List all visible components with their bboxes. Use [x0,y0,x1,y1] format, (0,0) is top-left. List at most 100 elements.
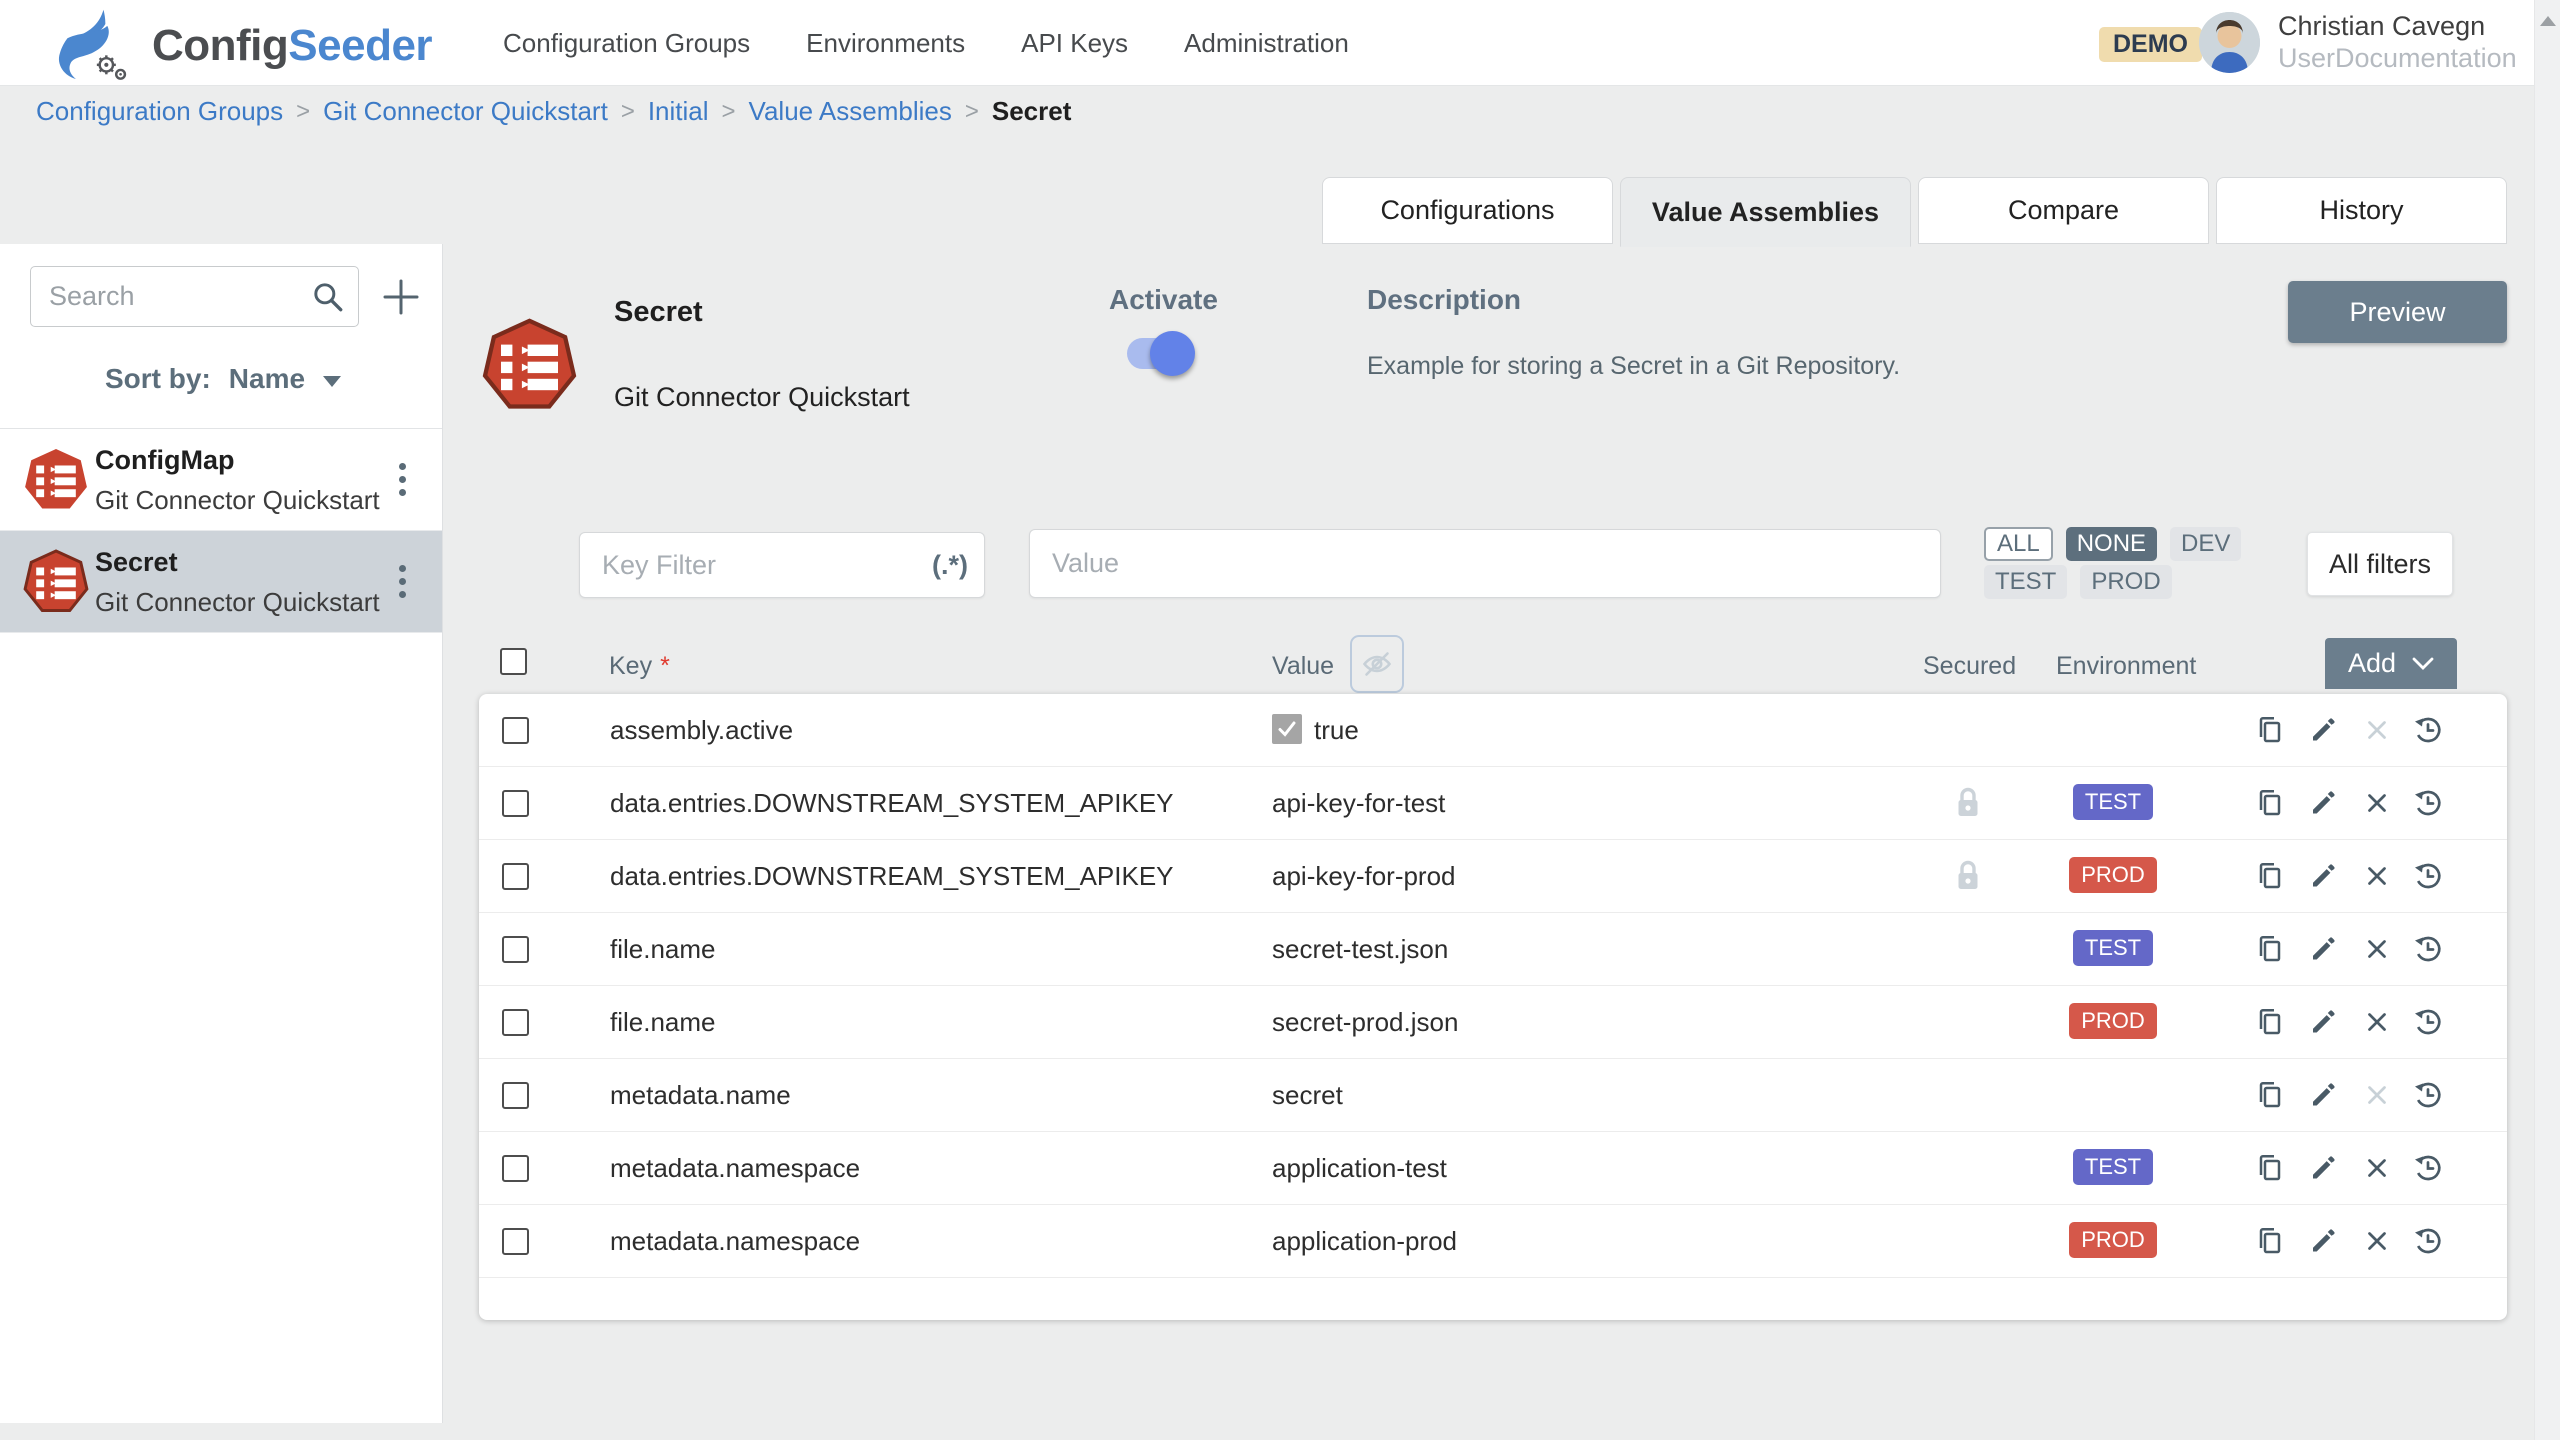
environment-badge: TEST [2073,1149,2153,1185]
history-icon[interactable] [2412,860,2444,892]
row-checkbox[interactable] [502,790,529,817]
history-icon[interactable] [2412,1079,2444,1111]
nav-item[interactable]: Administration [1184,28,1349,59]
key-filter-input[interactable] [602,550,932,581]
history-icon[interactable] [2412,714,2444,746]
sidebar: Sort by: Name ConfigMap Git Connector Qu… [0,244,443,1423]
delete-icon[interactable] [2361,933,2393,965]
preview-button[interactable]: Preview [2288,281,2507,343]
environment-chip[interactable]: PROD [2080,565,2171,599]
breadcrumb-link[interactable]: Configuration Groups [36,96,283,127]
copy-icon[interactable] [2254,714,2286,746]
row-key: assembly.active [610,715,793,746]
logo-bird-icon [46,6,142,85]
app-logo[interactable]: ConfigSeeder [46,6,432,85]
nav-item[interactable]: Environments [806,28,965,59]
edit-icon[interactable] [2307,933,2339,965]
tab[interactable]: Compare [1918,177,2209,244]
activate-toggle[interactable] [1127,338,1193,369]
history-icon[interactable] [2412,1006,2444,1038]
environment-badge: TEST [2073,930,2153,966]
all-filters-button[interactable]: All filters [2307,532,2453,596]
delete-icon[interactable] [2361,1006,2393,1038]
edit-icon[interactable] [2307,787,2339,819]
row-checkbox[interactable] [502,1155,529,1182]
delete-icon[interactable] [2361,1225,2393,1257]
copy-icon[interactable] [2254,1006,2286,1038]
row-checkbox[interactable] [502,936,529,963]
sort-control[interactable]: Sort by: Name [105,363,341,395]
row-value: true [1272,715,1359,746]
item-subtitle: Git Connector Quickstart [95,485,380,516]
item-title: ConfigMap [95,445,234,476]
copy-icon[interactable] [2254,933,2286,965]
copy-icon[interactable] [2254,787,2286,819]
edit-icon[interactable] [2307,1152,2339,1184]
copy-icon[interactable] [2254,1079,2286,1111]
environment-badge: PROD [2069,1222,2157,1258]
row-checkbox[interactable] [502,1009,529,1036]
environment-chip[interactable]: NONE [2066,527,2157,561]
environment-chip[interactable]: TEST [1984,565,2067,599]
history-icon[interactable] [2412,933,2444,965]
nav-item[interactable]: API Keys [1021,28,1128,59]
copy-icon[interactable] [2254,860,2286,892]
row-checkbox[interactable] [502,1228,529,1255]
row-checkbox[interactable] [502,717,529,744]
row-key: file.name [610,934,716,965]
sidebar-value-assembly-item[interactable]: Secret Git Connector Quickstart [0,531,442,633]
row-checkbox[interactable] [502,863,529,890]
edit-icon[interactable] [2307,1225,2339,1257]
top-bar: ConfigSeeder Configuration Groups Environ… [0,0,2534,86]
history-icon[interactable] [2412,1225,2444,1257]
item-title: Secret [95,547,178,578]
breadcrumb-link[interactable]: Initial [648,96,709,127]
user-menu[interactable]: Christian Cavegn UserDocumentation [2278,10,2517,74]
edit-icon[interactable] [2307,714,2339,746]
add-value-assembly-button[interactable] [378,274,424,320]
breadcrumb-link[interactable]: Value Assemblies [749,96,952,127]
tab[interactable]: Configurations [1322,177,1613,244]
hide-values-button[interactable] [1350,635,1404,693]
scroll-up-arrow[interactable] [2540,16,2556,26]
tab[interactable]: Value Assemblies [1620,177,1911,247]
edit-icon[interactable] [2307,1006,2339,1038]
row-value: application-prod [1272,1226,1457,1257]
environment-badge: TEST [2073,784,2153,820]
environment-filter-chips: ALL NONE DEV TEST PROD [1984,527,2280,599]
add-button[interactable]: Add [2325,638,2457,689]
environment-chip[interactable]: ALL [1984,527,2053,561]
nav-item[interactable]: Configuration Groups [503,28,750,59]
item-menu-icon[interactable] [395,459,410,500]
search-icon[interactable] [310,279,346,315]
delete-icon[interactable] [2361,860,2393,892]
history-icon[interactable] [2412,787,2444,819]
value-text: true [1314,715,1359,746]
row-checkbox[interactable] [502,1082,529,1109]
item-menu-icon[interactable] [395,561,410,602]
environment-chip[interactable]: DEV [2170,527,2241,561]
sidebar-value-assembly-item[interactable]: ConfigMap Git Connector Quickstart [0,429,442,531]
copy-icon[interactable] [2254,1152,2286,1184]
page-scrollbar[interactable] [2534,0,2560,1440]
avatar[interactable] [2199,12,2260,73]
copy-icon[interactable] [2254,1225,2286,1257]
chevron-down-icon [323,376,341,387]
resource-icon [23,549,89,615]
delete-icon [2361,714,2393,746]
tab[interactable]: History [2216,177,2507,244]
select-all-checkbox[interactable] [500,648,527,675]
value-filter-input[interactable] [1052,548,1918,579]
table-row: file.name secret-prod.json PROD [479,986,2507,1059]
edit-icon[interactable] [2307,860,2339,892]
item-subtitle: Git Connector Quickstart [95,587,380,618]
page-subtitle: Git Connector Quickstart [614,382,910,413]
history-icon[interactable] [2412,1152,2444,1184]
delete-icon[interactable] [2361,1152,2393,1184]
search-input[interactable] [49,281,310,312]
table-row: assembly.active true [479,694,2507,767]
delete-icon[interactable] [2361,787,2393,819]
edit-icon[interactable] [2307,1079,2339,1111]
breadcrumb-link[interactable]: Git Connector Quickstart [323,96,608,127]
value-text: api-key-for-test [1272,788,1445,819]
